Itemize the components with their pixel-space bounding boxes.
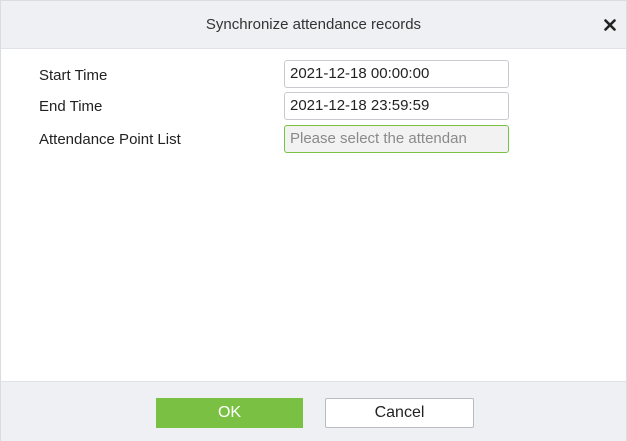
end-time-field[interactable]: 2021-12-18 23:59:59 <box>284 92 509 120</box>
ok-button[interactable]: OK <box>156 398 303 428</box>
dialog-titlebar: Synchronize attendance records <box>1 1 626 49</box>
close-icon <box>604 19 616 31</box>
attendance-point-list-label: Attendance Point List <box>39 131 181 148</box>
dialog-title: Synchronize attendance records <box>205 16 422 33</box>
attendance-point-select[interactable]: Please select the attendan <box>284 125 509 153</box>
start-time-field[interactable]: 2021-12-18 00:00:00 <box>284 60 509 88</box>
end-time-label: End Time <box>39 98 103 115</box>
dialog-footer: OK Cancel <box>1 381 626 441</box>
sync-attendance-dialog: Synchronize attendance records Start Tim… <box>0 0 627 441</box>
cancel-button[interactable]: Cancel <box>325 398 474 428</box>
close-button[interactable] <box>600 14 620 36</box>
start-time-label: Start Time <box>39 67 108 84</box>
